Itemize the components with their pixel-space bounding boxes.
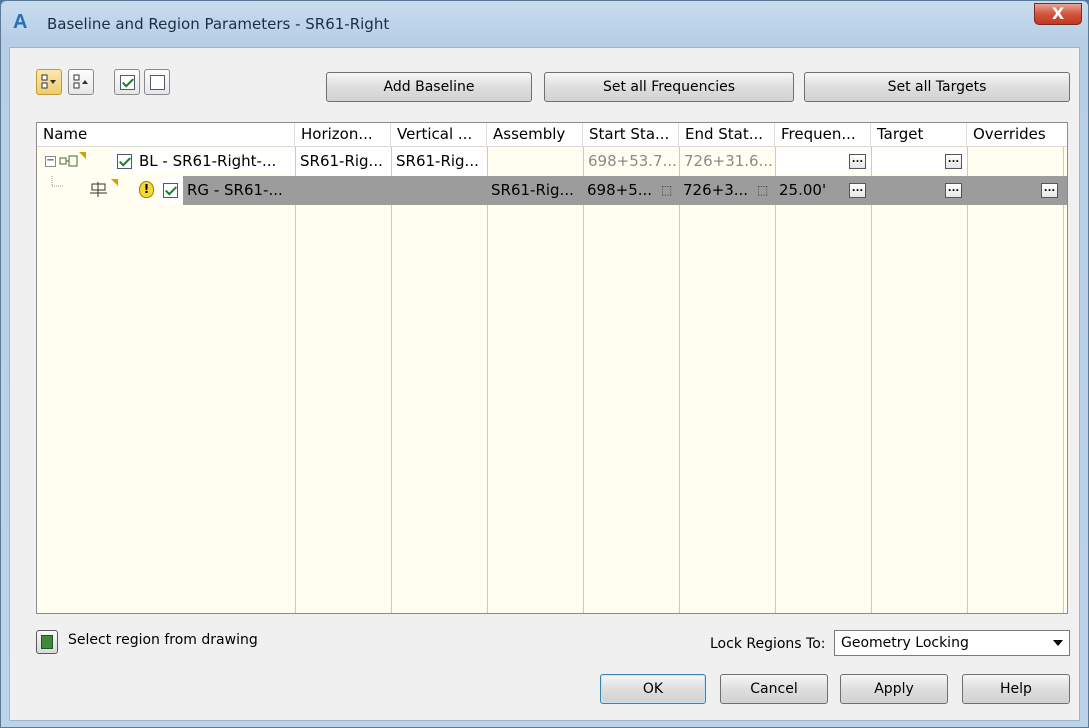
- unchecked-box-icon: [149, 74, 165, 90]
- col-target[interactable]: Target: [871, 123, 967, 147]
- col-horizontal[interactable]: Horizon...: [295, 123, 391, 147]
- ok-button[interactable]: OK: [600, 674, 706, 704]
- lock-regions-label: Lock Regions To:: [710, 636, 826, 652]
- lock-regions-dropdown[interactable]: Geometry Locking: [834, 630, 1070, 656]
- col-end-station[interactable]: End Stat...: [679, 123, 775, 147]
- target-ellipsis-button[interactable]: ...: [945, 154, 962, 169]
- region-name: RG - SR61-...: [187, 181, 283, 199]
- baseline-icon: [59, 155, 78, 167]
- select-region-button[interactable]: [36, 630, 58, 654]
- grid-divider: [775, 147, 776, 613]
- baseline-end-station: 726+31.6...: [684, 152, 773, 170]
- frequency-ellipsis-button[interactable]: ...: [849, 154, 866, 169]
- table-row-region[interactable]: ! RG - SR61-... SR61-Rig... 698+5... ⬚ 7…: [37, 176, 1067, 205]
- grid-divider: [679, 147, 680, 613]
- region-start-station[interactable]: 698+5...: [583, 176, 659, 205]
- apply-button[interactable]: Apply: [840, 674, 948, 704]
- select-region-label: Select region from drawing: [68, 632, 258, 648]
- col-overrides[interactable]: Overrides: [967, 123, 1067, 147]
- baseline-vertical[interactable]: SR61-Rig...: [392, 148, 487, 175]
- window-title: Baseline and Region Parameters - SR61-Ri…: [47, 15, 390, 33]
- overrides-ellipsis-button[interactable]: ...: [1041, 183, 1058, 198]
- warning-icon: !: [139, 181, 154, 198]
- region-frequency: 25.00': [779, 181, 827, 199]
- col-start-station[interactable]: Start Sta...: [583, 123, 679, 147]
- title-bar: A Baseline and Region Parameters - SR61-…: [1, 1, 1088, 47]
- flag-icon: [111, 179, 118, 186]
- collapse-toggle-icon[interactable]: −: [45, 156, 56, 167]
- grid-header: Name Horizon... Vertical ... Assembly St…: [37, 123, 1067, 147]
- grid-divider: [391, 147, 392, 613]
- parameters-grid: Name Horizon... Vertical ... Assembly St…: [36, 122, 1068, 614]
- expand-all-button[interactable]: [36, 69, 62, 95]
- flag-icon: [79, 152, 86, 159]
- set-all-targets-button[interactable]: Set all Targets: [804, 72, 1070, 102]
- close-button[interactable]: X: [1034, 3, 1082, 25]
- grid-divider: [583, 147, 584, 613]
- frequency-ellipsis-button[interactable]: ...: [849, 183, 866, 198]
- expand-tree-icon: [41, 74, 56, 89]
- baseline-name: BL - SR61-Right-...: [139, 152, 277, 170]
- baseline-checkbox[interactable]: [117, 154, 132, 169]
- col-vertical[interactable]: Vertical ...: [391, 123, 487, 147]
- app-icon: A: [13, 11, 28, 33]
- collapse-tree-icon: [73, 74, 88, 89]
- col-name[interactable]: Name: [37, 123, 295, 147]
- region-end-station[interactable]: 726+3...: [679, 176, 755, 205]
- check-all-button[interactable]: [114, 69, 140, 95]
- uncheck-all-button[interactable]: [144, 69, 170, 95]
- lock-regions-value: Geometry Locking: [841, 635, 969, 651]
- region-icon: [90, 182, 107, 197]
- table-row-baseline[interactable]: − BL - SR61-Right-... SR61-Rig... SR61-R…: [37, 148, 1067, 175]
- collapse-all-button[interactable]: [68, 69, 94, 95]
- baseline-horizontal[interactable]: SR61-Rig...: [296, 148, 391, 175]
- cancel-button[interactable]: Cancel: [720, 674, 828, 704]
- grid-divider: [967, 147, 968, 613]
- grid-divider: [487, 147, 488, 613]
- grid-divider: [871, 147, 872, 613]
- help-button[interactable]: Help: [962, 674, 1070, 704]
- dialog-client: Add Baseline Set all Frequencies Set all…: [9, 47, 1080, 721]
- grid-divider: [1063, 147, 1064, 613]
- add-baseline-button[interactable]: Add Baseline: [326, 72, 532, 102]
- dialog-window: A Baseline and Region Parameters - SR61-…: [0, 0, 1089, 728]
- chevron-down-icon: [1053, 640, 1063, 646]
- region-checkbox[interactable]: [163, 183, 178, 198]
- col-frequency[interactable]: Frequen...: [775, 123, 871, 147]
- grid-divider: [295, 147, 296, 613]
- checked-box-icon: [119, 74, 135, 90]
- col-assembly[interactable]: Assembly: [487, 123, 583, 147]
- pick-station-icon[interactable]: ⬚: [757, 183, 771, 197]
- baseline-start-station: 698+53.7...: [588, 152, 677, 170]
- set-all-frequencies-button[interactable]: Set all Frequencies: [544, 72, 794, 102]
- pick-station-icon[interactable]: ⬚: [661, 183, 675, 197]
- region-assembly[interactable]: SR61-Rig...: [487, 176, 583, 205]
- tree-line-icon: [51, 176, 64, 187]
- target-ellipsis-button[interactable]: ...: [945, 183, 962, 198]
